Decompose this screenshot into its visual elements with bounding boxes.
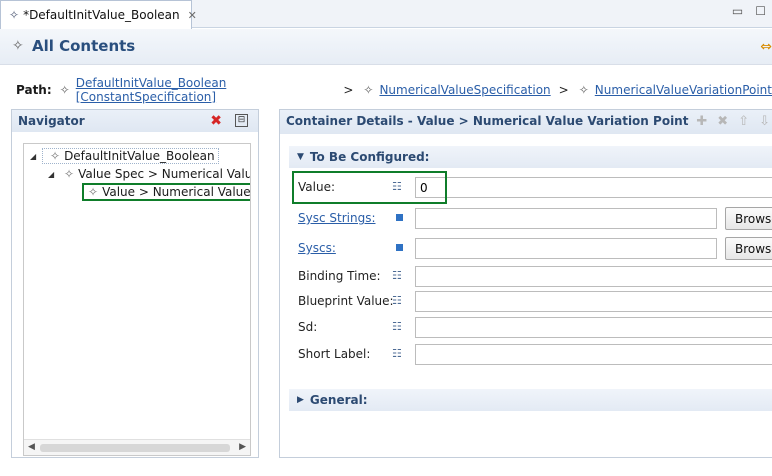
details-header: Container Details - Value > Numerical Va… (280, 110, 772, 134)
form-header: ✧ All Contents ⇔ (0, 29, 772, 65)
sysc-strings-browse-button[interactable]: Browse (725, 207, 772, 230)
reference-icon (396, 244, 403, 251)
link-with-editor-icon[interactable]: ⇔ (760, 39, 772, 55)
tree-item-value-spec[interactable]: ◢ ✧ Value Spec > Numerical Value (48, 165, 251, 183)
field-label: Sd: (298, 320, 318, 334)
close-icon[interactable]: ✕ (188, 9, 197, 22)
value-input[interactable] (415, 177, 772, 198)
scroll-left-icon[interactable]: ◀ (28, 442, 35, 452)
minimize-icon[interactable]: ▭ (732, 4, 743, 18)
scrollbar-thumb[interactable] (40, 444, 230, 452)
field-label-link[interactable]: Sysc Strings: (298, 211, 376, 225)
maximize-icon[interactable]: ☐ (755, 4, 766, 18)
list-property-icon: ☷ (392, 294, 402, 307)
collapse-all-icon[interactable]: ⊟ (235, 114, 248, 127)
breadcrumb: Path: ✧ DefaultInitValue_Boolean [Consta… (16, 76, 772, 104)
reference-icon (396, 214, 403, 221)
list-property-icon: ☷ (392, 347, 402, 360)
expanded-icon[interactable]: ◢ (30, 152, 42, 161)
breadcrumb-separator: > (343, 83, 354, 97)
horizontal-scrollbar[interactable]: ◀ ▶ (24, 439, 250, 455)
tree-item-root-label-box: ✧ DefaultInitValue_Boolean (42, 148, 219, 164)
field-syscs: Syscs: Browse (298, 237, 772, 260)
element-icon: ✧ (9, 8, 20, 22)
list-property-icon: ☷ (392, 320, 402, 333)
window-controls: ▭ ☐ (732, 4, 766, 18)
navigator-panel: Navigator ✖ ⊟ ◢ ✧ DefaultInitValue_Boole… (11, 109, 259, 458)
list-property-icon: ☷ (392, 180, 402, 193)
field-label: Value: (298, 180, 335, 194)
chevron-down-icon[interactable]: ▼ (297, 152, 304, 162)
editor-tab[interactable]: ✧ *DefaultInitValue_Boolean ✕ (0, 0, 197, 29)
page-title: All Contents (32, 37, 136, 55)
syscs-browse-button[interactable]: Browse (725, 237, 772, 260)
editor-tab-title: *DefaultInitValue_Boolean (23, 8, 180, 22)
field-blueprint-value: Blueprint Value: ☷ (298, 291, 772, 313)
container-details-panel: Container Details - Value > Numerical Va… (279, 109, 772, 458)
add-icon[interactable]: ✚ (696, 114, 707, 129)
element-icon: ✧ (88, 185, 99, 199)
binding-time-input[interactable] (415, 266, 772, 287)
field-label-link[interactable]: Syscs: (298, 241, 336, 255)
breadcrumb-link-numerical-value-variation-point[interactable]: NumericalValueVariationPoint (595, 83, 772, 97)
field-binding-time: Binding Time: ☷ (298, 266, 772, 288)
navigator-header: Navigator ✖ ⊟ (12, 110, 258, 132)
field-value: Value: ☷ (298, 177, 772, 199)
syscs-input[interactable] (415, 238, 717, 259)
breadcrumb-separator: > (558, 83, 569, 97)
remove-icon[interactable]: ✖ (717, 114, 728, 129)
section-to-be-configured[interactable]: ▼ To Be Configured: (289, 146, 772, 168)
field-sd: Sd: ☷ (298, 317, 772, 339)
element-icon: ✧ (64, 167, 75, 181)
element-icon: ✧ (578, 83, 589, 97)
chevron-right-icon[interactable]: ▶ (297, 395, 304, 405)
tree-item-label: Value > Numerical Value V (102, 185, 251, 199)
field-label: Binding Time: (298, 269, 381, 283)
move-up-icon[interactable]: ⇧ (738, 114, 749, 129)
scroll-right-icon[interactable]: ▶ (239, 442, 246, 452)
short-label-input[interactable] (415, 344, 772, 365)
section-title: To Be Configured: (309, 150, 430, 164)
element-icon: ✧ (59, 83, 70, 97)
editor-tab-strip: ✧ *DefaultInitValue_Boolean ✕ ▭ ☐ (0, 0, 772, 29)
details-title: Container Details - Value > Numerical Va… (286, 114, 689, 128)
sysc-strings-input[interactable] (415, 208, 717, 229)
tree-item-label: DefaultInitValue_Boolean (64, 149, 215, 163)
tree-item-root[interactable]: ◢ ✧ DefaultInitValue_Boolean (30, 147, 219, 165)
navigator-tree: ◢ ✧ DefaultInitValue_Boolean ◢ ✧ Value S… (23, 143, 251, 456)
element-icon: ✧ (12, 38, 24, 54)
section-general[interactable]: ▶ General: (289, 389, 772, 411)
field-label: Blueprint Value: (298, 294, 394, 308)
details-toolbar: ✚ ✖ ⇧ ⇩ (696, 114, 770, 129)
move-down-icon[interactable]: ⇩ (759, 114, 770, 129)
breadcrumb-link-numerical-value-specification[interactable]: NumericalValueSpecification (379, 83, 550, 97)
path-label: Path: (16, 83, 52, 97)
element-icon: ✧ (363, 83, 374, 97)
element-icon: ✧ (50, 149, 61, 163)
delete-icon[interactable]: ✖ (210, 113, 222, 129)
blueprint-value-input[interactable] (415, 291, 772, 312)
field-sysc-strings: Sysc Strings: Browse (298, 207, 772, 230)
breadcrumb-link-constant-specification[interactable]: DefaultInitValue_Boolean [ConstantSpecif… (76, 76, 336, 104)
navigator-title: Navigator (18, 114, 85, 128)
expanded-icon[interactable]: ◢ (48, 170, 60, 179)
field-label: Short Label: (298, 347, 371, 361)
tree-item-label: Value Spec > Numerical Value (78, 167, 251, 181)
field-short-label: Short Label: ☷ (298, 344, 772, 366)
tree-item-value-selected[interactable]: ✧ Value > Numerical Value V (82, 183, 251, 201)
list-property-icon: ☷ (392, 269, 402, 282)
sd-input[interactable] (415, 317, 772, 338)
section-title: General: (309, 393, 368, 407)
